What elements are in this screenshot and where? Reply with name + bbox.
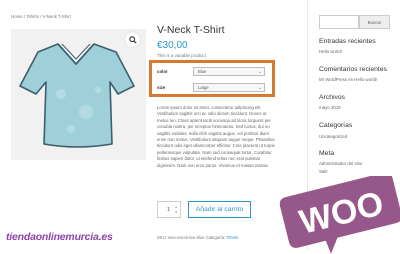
search-icon bbox=[128, 35, 137, 44]
search-button[interactable]: Buscar bbox=[359, 15, 390, 29]
site-watermark: tiendaonlinemurcia.es bbox=[6, 231, 113, 243]
sku-value: woo-vneck-tee-blue bbox=[167, 235, 205, 240]
size-select-value: Large bbox=[198, 85, 209, 90]
color-select[interactable]: Blue ⌄ bbox=[193, 67, 265, 76]
tshirt-image bbox=[19, 43, 135, 148]
color-label: color bbox=[157, 69, 168, 74]
recent-comments-title: Comentarios recientes bbox=[319, 66, 387, 73]
product-title: V-Neck T-Shirt bbox=[157, 24, 225, 36]
archives-title: Archivos bbox=[319, 94, 346, 101]
category-prefix: Categoría: bbox=[204, 235, 227, 240]
meta-link-logout[interactable]: Salir bbox=[319, 169, 328, 174]
recent-posts-title: Entradas recientes bbox=[319, 38, 376, 45]
recent-comment-link[interactable]: Mr WordPress en Hello world! bbox=[319, 77, 377, 82]
sku-prefix: SKU: bbox=[157, 235, 168, 240]
product-price: €30,00 bbox=[157, 40, 188, 51]
categories-title: Categorías bbox=[319, 122, 353, 129]
zoom-button[interactable] bbox=[125, 32, 140, 47]
product-meta: SKU: woo-vneck-tee-blue Categoría: Tshir… bbox=[157, 235, 238, 240]
size-label: size bbox=[157, 85, 166, 90]
size-select[interactable]: Large ⌄ bbox=[193, 83, 265, 92]
search-input[interactable] bbox=[319, 15, 359, 29]
add-to-cart-button[interactable]: Añadir al carrito bbox=[188, 201, 251, 218]
category-link[interactable]: Tshirts bbox=[226, 235, 238, 240]
product-description: Lorem ipsum dolor sit amet, consectetur … bbox=[157, 105, 275, 168]
meta-link-admin[interactable]: Administrador del sitio bbox=[319, 161, 362, 166]
color-select-value: Blue bbox=[198, 69, 207, 74]
variable-product-note: This is a variable product. bbox=[157, 53, 208, 58]
chevron-down-icon: ⌄ bbox=[258, 69, 262, 74]
woocommerce-logo: WOO bbox=[279, 176, 400, 254]
category-item[interactable]: Uncategorized bbox=[319, 134, 347, 139]
quantity-stepper[interactable]: 1 ▴ ▾ bbox=[157, 201, 181, 218]
quantity-value: 1 bbox=[167, 207, 171, 213]
stepper-arrows-icon[interactable]: ▴ ▾ bbox=[175, 205, 177, 214]
recent-post-link[interactable]: Hello world! bbox=[319, 49, 342, 54]
breadcrumb[interactable]: Home / Tshirts / V-Neck T-Shirt bbox=[11, 14, 71, 19]
chevron-down-icon: ⌄ bbox=[258, 85, 262, 90]
meta-title: Meta bbox=[319, 150, 335, 157]
archive-link[interactable]: mayo 2016 bbox=[319, 105, 341, 110]
